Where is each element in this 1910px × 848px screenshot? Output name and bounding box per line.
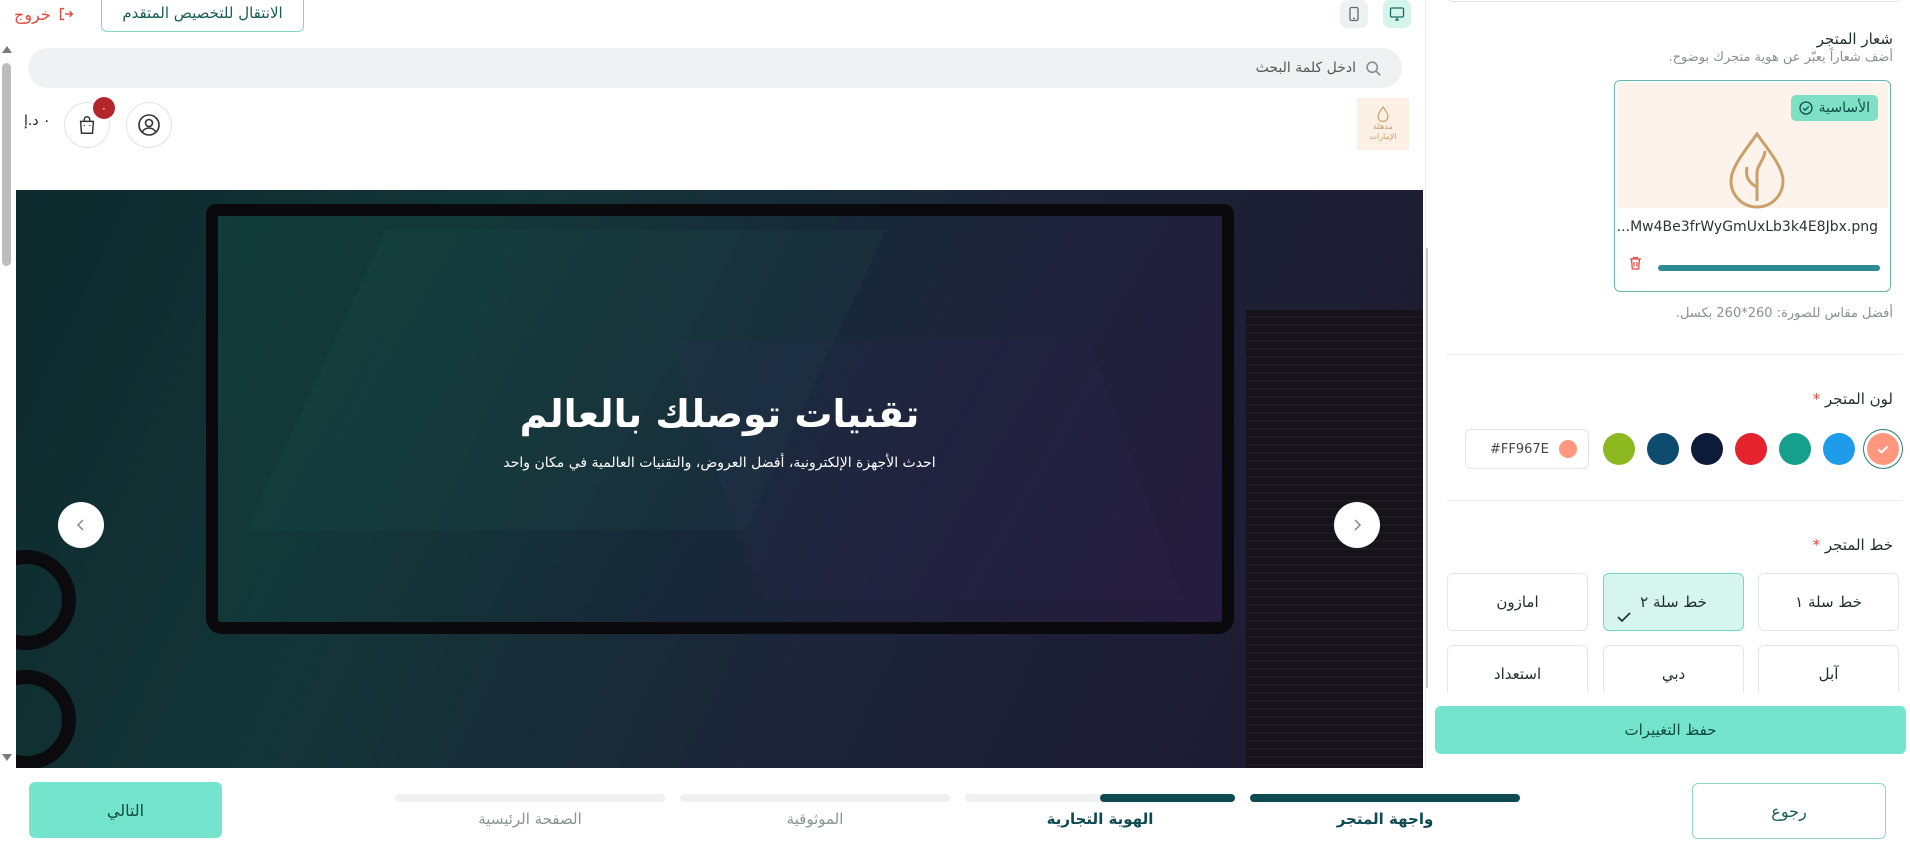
step-progress-track [680, 794, 950, 802]
hero-next-button[interactable] [1334, 502, 1380, 548]
logout-icon [59, 7, 74, 21]
font-option[interactable]: امازون [1447, 573, 1588, 631]
exit-link[interactable]: خروج [14, 2, 75, 26]
search-bar [28, 48, 1402, 88]
hero-wall-panel [1246, 310, 1423, 768]
step-label: الهوية التجارية [1046, 810, 1154, 828]
scroll-up-arrow-icon[interactable] [2, 46, 12, 53]
search-icon [1366, 61, 1381, 76]
step-progress-fill [1250, 794, 1520, 802]
shopping-bag-icon [79, 116, 95, 134]
hero-speaker [16, 670, 76, 768]
step-progress-track [395, 794, 665, 802]
exit-label: خروج [14, 4, 51, 24]
font-option[interactable]: آبل [1758, 645, 1899, 692]
search-input[interactable] [756, 48, 1356, 88]
flame-logo-icon [1377, 106, 1389, 122]
font-option-label: امازون [1496, 593, 1539, 611]
font-option-label: استعداد [1493, 665, 1542, 683]
font-option-label: آبل [1818, 665, 1839, 683]
store-logo-text-1: مدهلة [1373, 122, 1393, 131]
chevron-right-icon [1354, 519, 1362, 531]
account-button[interactable] [126, 102, 172, 148]
step-progress-fill [1100, 794, 1235, 802]
save-changes-button[interactable]: حفظ التغييرات [1435, 706, 1906, 754]
step-label: الصفحة الرئيسية [478, 810, 582, 828]
step-progress-track [1250, 794, 1520, 802]
hero-title: تقنيات توصلك بالعالم [519, 392, 920, 436]
settings-sidebar: شعار المتجر أضف شعاراً يعبّر عن هوية متج… [1425, 0, 1910, 768]
desktop-icon [1389, 7, 1405, 21]
hero-speaker [16, 550, 76, 650]
user-icon [138, 114, 160, 136]
store-logo-text-2: الإمارات [1369, 132, 1397, 141]
font-option[interactable]: استعداد [1447, 645, 1588, 692]
desktop-preview-button[interactable] [1383, 0, 1411, 28]
font-option-label: خط سلة ٢ [1640, 593, 1707, 611]
hero-banner: تقنيات توصلك بالعالم احدث الأجهزة الإلكت… [16, 190, 1423, 768]
font-option-label: خط سلة ١ [1795, 593, 1862, 611]
preview-scrollbar-thumb[interactable] [2, 63, 11, 266]
hero-prev-button[interactable] [58, 502, 104, 548]
sidebar-fade [1426, 690, 1910, 704]
font-option[interactable]: دبي [1603, 645, 1744, 692]
scroll-down-arrow-icon[interactable] [2, 754, 12, 761]
mobile-icon [1349, 6, 1359, 22]
back-button[interactable]: رجوع [1692, 783, 1886, 839]
next-button[interactable]: التالي [29, 782, 222, 838]
step-progress-track [965, 794, 1235, 802]
chevron-left-icon [76, 519, 84, 531]
store-logo[interactable]: مدهلة الإمارات [1357, 98, 1409, 150]
step-label: الموثوقية [786, 810, 844, 828]
cart-total: ٠ د.إ [24, 113, 51, 129]
advanced-customization-button[interactable]: الانتقال للتخصيص المتقدم [101, 0, 304, 32]
step-label: واجهة المتجر [1336, 810, 1434, 828]
font-options: خط سلة ١ خط سلة ٢ امازون آبل دبي استعداد [1426, 0, 1910, 692]
hero-subtitle: احدث الأجهزة الإلكترونية، أفضل العروض، و… [503, 455, 936, 471]
store-preview: مدهلة الإمارات ٠ ٠ د.إ تقنيات توصلك بالع… [0, 38, 1425, 768]
font-option[interactable]: خط سلة ١ [1758, 573, 1899, 631]
preview-toolbar: خروج الانتقال للتخصيص المتقدم [0, 0, 1425, 38]
cart-count-badge: ٠ [93, 97, 115, 119]
check-icon [1617, 612, 1631, 623]
mobile-preview-button[interactable] [1340, 0, 1368, 28]
wizard-footer: التالي واجهة المتجر الهوية التجارية الموثو… [0, 768, 1910, 848]
font-option-label: دبي [1661, 665, 1686, 683]
font-option[interactable]: خط سلة ٢ [1603, 573, 1744, 631]
